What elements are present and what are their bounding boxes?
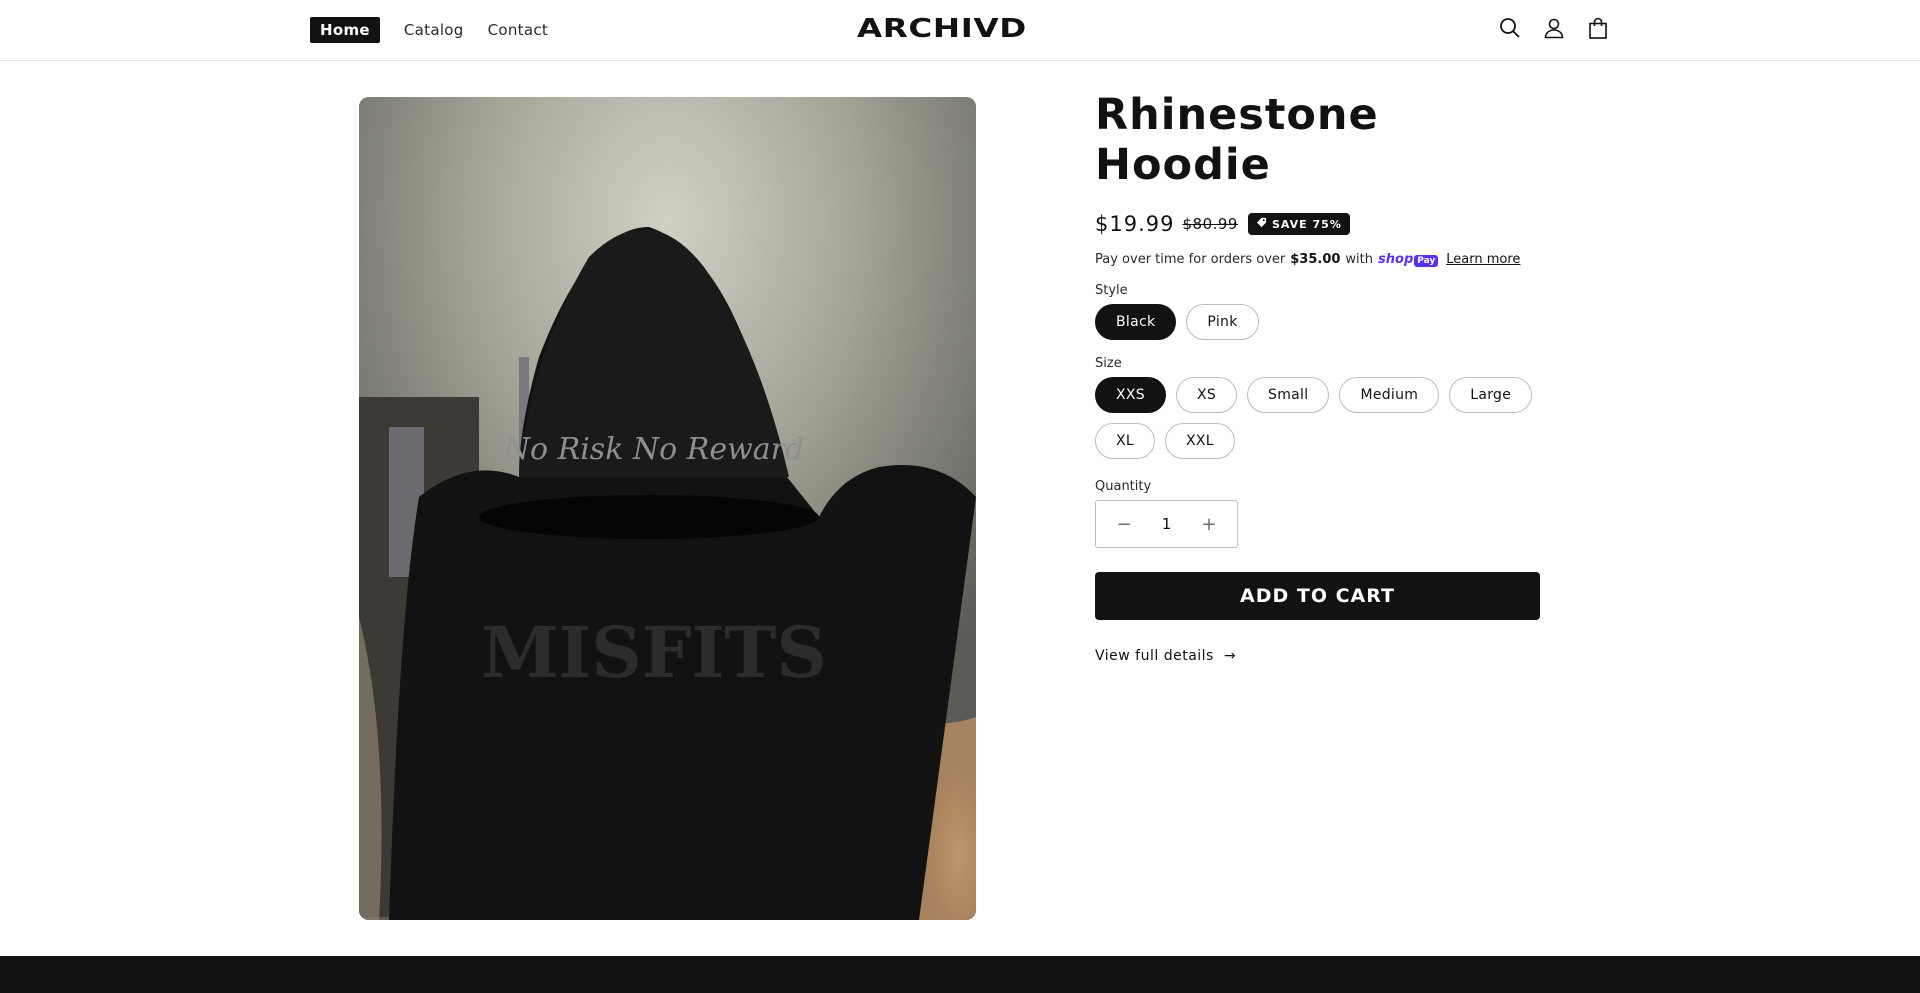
nav-contact[interactable]: Contact [488, 21, 548, 39]
view-full-details-link[interactable]: View full details → [1095, 648, 1545, 664]
tag-icon [1256, 217, 1267, 231]
style-options: Black Pink [1095, 304, 1545, 340]
footer-band [0, 956, 1920, 993]
learn-more-link[interactable]: Learn more [1446, 252, 1520, 267]
view-full-details-label: View full details [1095, 648, 1214, 664]
shoppay-prefix: Pay over time for orders over [1095, 252, 1286, 267]
site-header: Home Catalog Contact ARCHIVD [0, 0, 1920, 61]
cart-icon[interactable] [1586, 16, 1610, 40]
quantity-stepper: − 1 + [1095, 500, 1238, 548]
sale-badge-label: SAVE 75% [1271, 217, 1342, 231]
nav-catalog[interactable]: Catalog [404, 21, 464, 39]
compare-price: $80.99 [1182, 215, 1238, 233]
size-options: XXS XS Small Medium Large XL XXL [1095, 377, 1545, 459]
size-option-xxl[interactable]: XXL [1165, 423, 1235, 459]
size-option-xs[interactable]: XS [1175, 377, 1238, 413]
product-info: Rhinestone Hoodie $19.99 $80.99 SAVE 75%… [1095, 90, 1545, 664]
add-to-cart-button[interactable]: ADD TO CART [1095, 572, 1540, 620]
shoppay-installments: Pay over time for orders over $35.00 wit… [1095, 252, 1545, 267]
sale-price: $19.99 [1095, 212, 1175, 236]
product-image[interactable]: No Risk No Reward MISFITS [359, 97, 976, 920]
quantity-label: Quantity [1095, 479, 1152, 494]
style-option-black[interactable]: Black [1095, 304, 1177, 340]
header-icons [1498, 16, 1610, 40]
style-label: Style [1095, 283, 1128, 298]
size-option-xxs[interactable]: XXS [1095, 377, 1166, 413]
size-option-xl[interactable]: XL [1095, 423, 1155, 459]
size-label: Size [1095, 356, 1122, 371]
account-icon[interactable] [1542, 16, 1566, 40]
price-row: $19.99 $80.99 SAVE 75% [1095, 212, 1545, 236]
quantity-decrease-button[interactable]: − [1114, 514, 1134, 535]
site-logo[interactable]: ARCHIVD [857, 14, 1027, 44]
back-print-text: MISFITS [481, 611, 827, 694]
product-title: Rhinestone Hoodie [1095, 90, 1379, 190]
nav-home[interactable]: Home [310, 17, 380, 43]
hood-print-text: No Risk No Reward [503, 432, 804, 467]
shoppay-amount: $35.00 [1290, 252, 1341, 267]
size-option-medium[interactable]: Medium [1339, 377, 1440, 413]
shoppay-brand-suffix: Pay [1414, 255, 1439, 267]
size-option-large[interactable]: Large [1449, 377, 1533, 413]
quantity-increase-button[interactable]: + [1199, 514, 1219, 535]
main-nav: Home Catalog Contact [310, 17, 572, 43]
shoppay-with: with [1345, 252, 1374, 267]
shoppay-brand: shop [1378, 252, 1414, 267]
hoodie-photo: No Risk No Reward MISFITS [359, 97, 976, 920]
arrow-right-icon: → [1223, 648, 1237, 664]
shoppay-logo: shop Pay [1378, 252, 1439, 267]
sale-badge: SAVE 75% [1247, 213, 1350, 235]
search-icon[interactable] [1498, 16, 1522, 40]
size-option-small[interactable]: Small [1247, 377, 1330, 413]
quantity-input[interactable]: 1 [1162, 515, 1172, 533]
style-option-pink[interactable]: Pink [1186, 304, 1259, 340]
